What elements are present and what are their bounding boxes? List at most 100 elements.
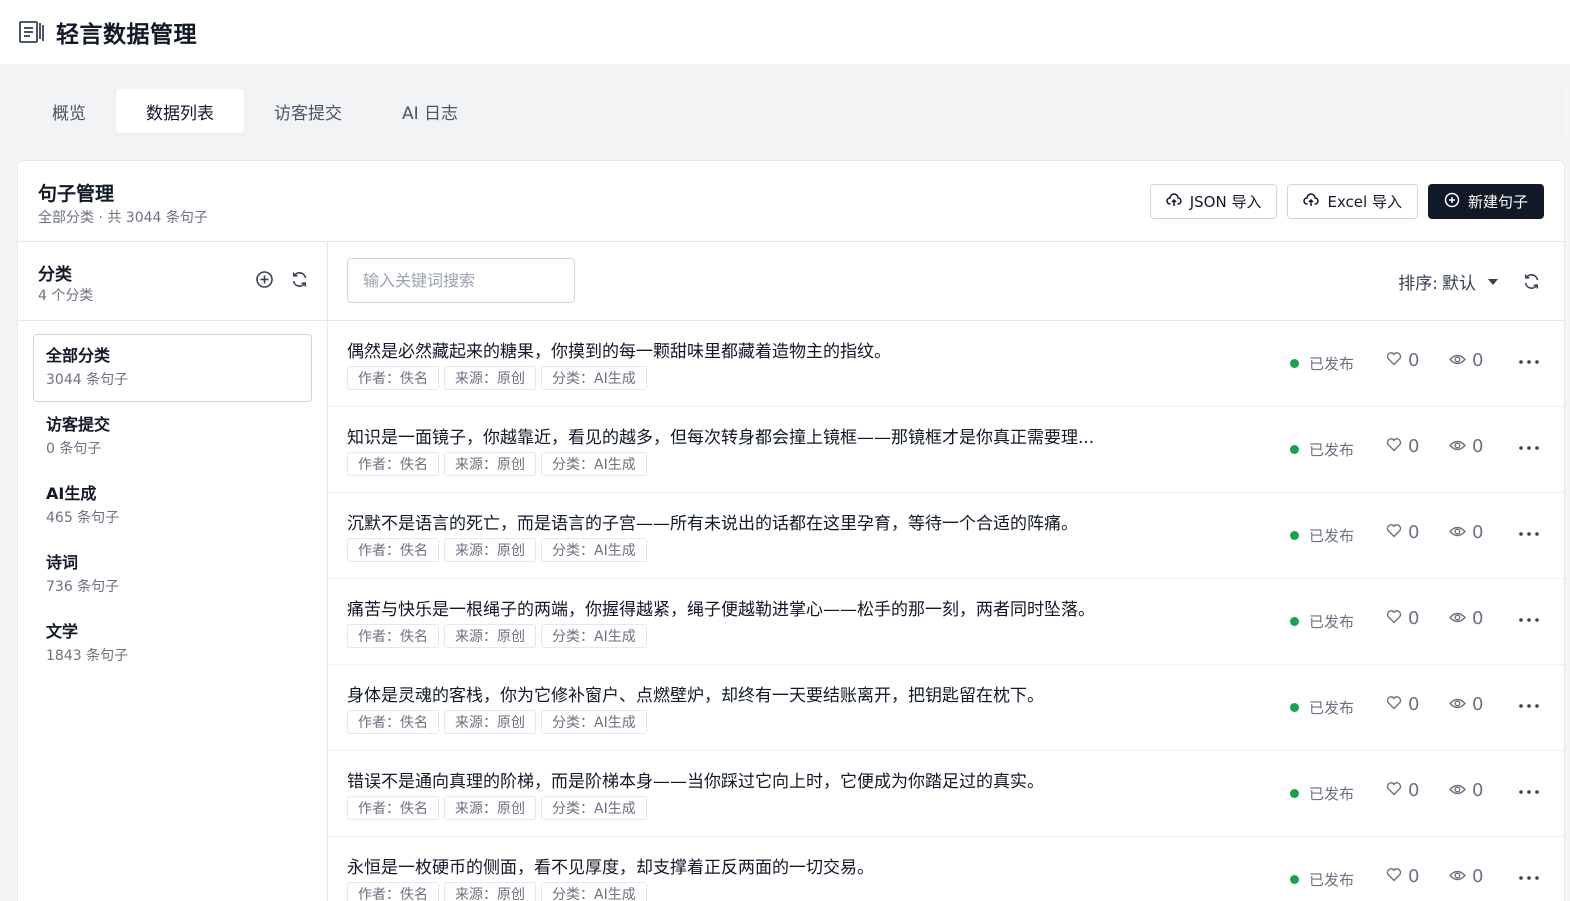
sentence-row[interactable]: 偶然是必然藏起来的糖果，你摸到的每一颗甜味里都藏着造物主的指纹。 作者：佚名 来… bbox=[328, 321, 1564, 407]
eye-icon bbox=[1449, 350, 1466, 371]
status-text: 已发布 bbox=[1309, 613, 1355, 631]
book-icon bbox=[18, 18, 46, 46]
sort-dropdown[interactable]: 排序: 默认 bbox=[1398, 269, 1498, 294]
eye-icon bbox=[1449, 608, 1466, 629]
refresh-icon[interactable] bbox=[290, 270, 309, 289]
more-options-icon[interactable] bbox=[1518, 351, 1540, 373]
heart-icon bbox=[1386, 694, 1402, 715]
category-item-all[interactable]: 全部分类 3044 条句子 bbox=[33, 334, 312, 402]
status-dot bbox=[1290, 875, 1299, 884]
category-item-literature[interactable]: 文学 1843 条句子 bbox=[33, 610, 312, 678]
refresh-icon[interactable] bbox=[1522, 272, 1541, 291]
status-dot bbox=[1290, 703, 1299, 712]
status-badge: 已发布 bbox=[1290, 439, 1354, 460]
new-sentence-button[interactable]: 新建句子 bbox=[1427, 184, 1544, 219]
likes-counter: 0 bbox=[1386, 694, 1419, 715]
author-tag: 作者：佚名 bbox=[347, 538, 439, 562]
category-tag: 分类：AI生成 bbox=[541, 452, 647, 476]
sentence-text: 错误不是通向真理的阶梯，而是阶梯本身——当你踩过它向上时，它便成为你踏足过的真实… bbox=[347, 772, 1044, 792]
likes-counter: 0 bbox=[1386, 350, 1419, 371]
source-tag: 来源：原创 bbox=[444, 452, 536, 476]
likes-counter: 0 bbox=[1386, 780, 1419, 801]
sort-label: 排序: bbox=[1398, 274, 1438, 294]
sentence-list-panel: 排序: 默认 偶然是必然藏起来的糖果，你摸到的每一颗甜味里都藏着造物主的指纹。 … bbox=[328, 242, 1564, 901]
page-title: 句子管理 bbox=[38, 183, 115, 205]
category-header: 分类 4 个分类 bbox=[18, 242, 327, 321]
status-dot bbox=[1290, 531, 1299, 540]
sentence-row[interactable]: 永恒是一枚硬币的侧面，看不见厚度，却支撑着正反两面的一切交易。 作者：佚名 来源… bbox=[328, 837, 1564, 901]
category-item-visitor[interactable]: 访客提交 0 条句子 bbox=[33, 403, 312, 471]
more-options-icon[interactable] bbox=[1518, 437, 1540, 459]
views-counter: 0 bbox=[1449, 694, 1483, 715]
sentence-text: 永恒是一枚硬币的侧面，看不见厚度，却支撑着正反两面的一切交易。 bbox=[347, 858, 874, 878]
app-header: 轻言数据管理 bbox=[0, 0, 1570, 64]
category-name: AI生成 bbox=[46, 484, 97, 503]
author-tag: 作者：佚名 bbox=[347, 796, 439, 820]
category-sentence-count: 736 条句子 bbox=[46, 579, 120, 595]
category-sentence-count: 465 条句子 bbox=[46, 510, 120, 526]
more-options-icon[interactable] bbox=[1518, 781, 1540, 803]
sentence-tags: 作者：佚名 来源：原创 分类：AI生成 bbox=[347, 710, 647, 734]
sentence-rows: 偶然是必然藏起来的糖果，你摸到的每一颗甜味里都藏着造物主的指纹。 作者：佚名 来… bbox=[328, 321, 1564, 901]
status-text: 已发布 bbox=[1309, 871, 1355, 889]
views-counter: 0 bbox=[1449, 436, 1483, 457]
tab-visitor-submissions[interactable]: 访客提交 bbox=[244, 89, 372, 133]
sentence-row[interactable]: 痛苦与快乐是一根绳子的两端，你握得越紧，绳子便越勒进掌心——松手的那一刻，两者同… bbox=[328, 579, 1564, 665]
tab-data-list[interactable]: 数据列表 bbox=[116, 89, 244, 133]
more-options-icon[interactable] bbox=[1518, 523, 1540, 545]
category-sentence-count: 3044 条句子 bbox=[46, 372, 129, 388]
category-sentence-count: 0 条句子 bbox=[46, 441, 102, 457]
author-tag: 作者：佚名 bbox=[347, 882, 439, 901]
heart-icon bbox=[1386, 436, 1402, 457]
likes-count: 0 bbox=[1408, 436, 1420, 457]
views-counter: 0 bbox=[1449, 522, 1483, 543]
likes-counter: 0 bbox=[1386, 522, 1419, 543]
category-item-ai[interactable]: AI生成 465 条句子 bbox=[33, 472, 312, 540]
sentence-row[interactable]: 错误不是通向真理的阶梯，而是阶梯本身——当你踩过它向上时，它便成为你踏足过的真实… bbox=[328, 751, 1564, 837]
views-counter: 0 bbox=[1449, 866, 1483, 887]
json-import-button[interactable]: JSON 导入 bbox=[1149, 184, 1278, 219]
sentence-tags: 作者：佚名 来源：原创 分类：AI生成 bbox=[347, 538, 647, 562]
category-tag: 分类：AI生成 bbox=[541, 796, 647, 820]
heart-icon bbox=[1386, 608, 1402, 629]
new-sentence-label: 新建句子 bbox=[1467, 193, 1528, 211]
status-dot bbox=[1290, 617, 1299, 626]
cloud-upload-icon bbox=[1166, 192, 1182, 212]
sentence-row[interactable]: 沉默不是语言的死亡，而是语言的子宫——所有未说出的话都在这里孕育，等待一个合适的… bbox=[328, 493, 1564, 579]
more-options-icon[interactable] bbox=[1518, 695, 1540, 717]
status-dot bbox=[1290, 789, 1299, 798]
status-text: 已发布 bbox=[1309, 527, 1355, 545]
status-text: 已发布 bbox=[1309, 699, 1355, 717]
author-tag: 作者：佚名 bbox=[347, 624, 439, 648]
main-tabs: 概览 数据列表 访客提交 AI 日志 bbox=[17, 83, 1565, 139]
category-item-poetry[interactable]: 诗词 736 条句子 bbox=[33, 541, 312, 609]
sentence-row[interactable]: 知识是一面镜子，你越靠近，看见的越多，但每次转身都会撞上镜框——那镜框才是你真正… bbox=[328, 407, 1564, 493]
status-dot bbox=[1290, 445, 1299, 454]
likes-counter: 0 bbox=[1386, 608, 1419, 629]
excel-import-button[interactable]: Excel 导入 bbox=[1287, 184, 1418, 219]
category-name: 文学 bbox=[46, 622, 79, 641]
sentence-row[interactable]: 身体是灵魂的客栈，你为它修补窗户、点燃壁炉，却终有一天要结账离开，把钥匙留在枕下… bbox=[328, 665, 1564, 751]
tab-overview[interactable]: 概览 bbox=[22, 89, 116, 133]
sentence-tags: 作者：佚名 来源：原创 分类：AI生成 bbox=[347, 366, 647, 390]
page-subtitle: 全部分类 · 共 3044 条句子 bbox=[38, 210, 208, 226]
author-tag: 作者：佚名 bbox=[347, 710, 439, 734]
status-badge: 已发布 bbox=[1290, 697, 1354, 718]
search-input[interactable] bbox=[347, 258, 575, 303]
likes-count: 0 bbox=[1408, 350, 1420, 371]
views-counter: 0 bbox=[1449, 780, 1483, 801]
sentence-tags: 作者：佚名 来源：原创 分类：AI生成 bbox=[347, 452, 647, 476]
more-options-icon[interactable] bbox=[1518, 609, 1540, 631]
card-header: 句子管理 全部分类 · 共 3044 条句子 JSON 导入 Excel 导入 … bbox=[18, 161, 1564, 242]
tab-ai-log[interactable]: AI 日志 bbox=[372, 89, 488, 133]
plus-circle-icon bbox=[1444, 192, 1460, 212]
status-badge: 已发布 bbox=[1290, 353, 1354, 374]
source-tag: 来源：原创 bbox=[444, 710, 536, 734]
more-options-icon[interactable] bbox=[1518, 867, 1540, 889]
likes-count: 0 bbox=[1408, 866, 1420, 887]
source-tag: 来源：原创 bbox=[444, 796, 536, 820]
eye-icon bbox=[1449, 522, 1466, 543]
add-category-icon[interactable] bbox=[255, 270, 274, 289]
category-list: 全部分类 3044 条句子 访客提交 0 条句子 AI生成 465 条句子 诗词… bbox=[18, 321, 327, 678]
category-tag: 分类：AI生成 bbox=[541, 710, 647, 734]
